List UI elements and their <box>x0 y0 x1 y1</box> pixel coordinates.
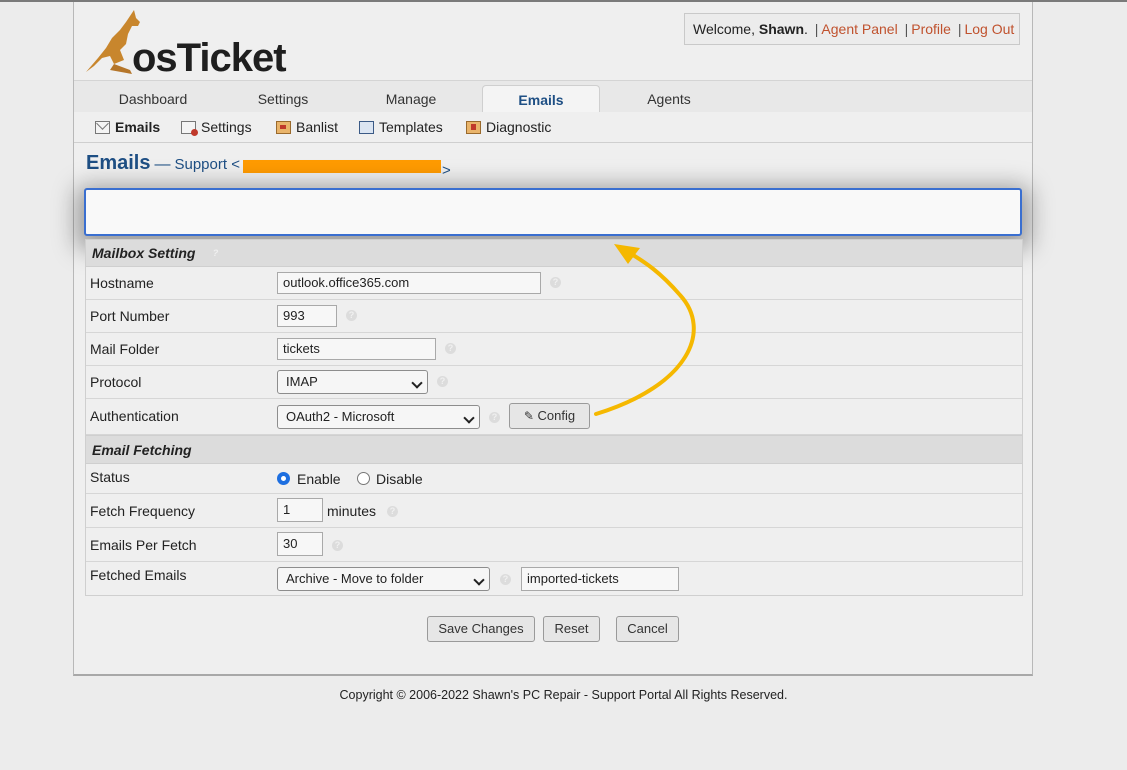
row-fetch-frequency: Fetch Frequency 1 minutes ? <box>86 494 1022 528</box>
page-title: Emails — Support < <box>86 152 240 174</box>
user-name: Shawn <box>758 21 804 37</box>
protocol-select[interactable]: IMAP <box>277 370 428 394</box>
fetched-emails-select[interactable]: Archive - Move to folder <box>277 567 490 591</box>
user-panel: Welcome, Shawn. | Agent Panel | Profile | L… <box>684 13 1020 45</box>
tab-agents[interactable]: Agents <box>610 81 728 112</box>
chevron-down-icon <box>411 377 423 389</box>
email-settings-form: Mailbox Setting ? Hostname outlook.offic… <box>85 239 1023 596</box>
logo-text: osTicket <box>132 36 287 80</box>
help-icon[interactable]: ? <box>332 540 343 551</box>
subnav-emails[interactable]: Emails <box>95 119 160 135</box>
section-email-fetching: Email Fetching <box>86 435 1022 464</box>
row-protocol: Protocol IMAP ? <box>86 366 1022 399</box>
row-port: Port Number 993 ? <box>86 300 1022 333</box>
logout-link[interactable]: Log Out <box>964 21 1014 37</box>
row-mail-folder: Mail Folder tickets ? <box>86 333 1022 366</box>
row-status: Status Enable Disable <box>86 464 1022 494</box>
help-icon[interactable]: ? <box>210 248 221 259</box>
separator: | <box>814 21 819 37</box>
archive-folder-input[interactable]: imported-tickets <box>521 567 679 591</box>
page-heading: Emails <box>86 152 151 174</box>
row-authentication: Authentication OAuth2 - Microsoft ? ✎ Co… <box>86 399 1022 435</box>
emails-per-fetch-input[interactable]: 30 <box>277 532 323 556</box>
page-container: osTicket Welcome, Shawn. | Agent Panel | P… <box>73 2 1033 676</box>
tab-settings[interactable]: Settings <box>224 81 342 112</box>
authentication-select[interactable]: OAuth2 - Microsoft <box>277 405 480 429</box>
tab-dashboard[interactable]: Dashboard <box>94 81 212 112</box>
section-mailbox-setting: Mailbox Setting ? <box>86 240 1022 267</box>
diagnostic-icon <box>466 120 481 134</box>
profile-link[interactable]: Profile <box>911 21 951 37</box>
separator: | <box>904 21 909 37</box>
help-icon[interactable]: ? <box>445 343 456 354</box>
redacted-email <box>243 160 441 173</box>
edit-icon: ✎ <box>523 409 534 423</box>
config-button[interactable]: ✎ Config <box>509 403 590 429</box>
banlist-icon <box>276 120 291 134</box>
cancel-button[interactable]: Cancel <box>616 616 679 642</box>
agent-panel-link[interactable]: Agent Panel <box>821 21 897 37</box>
reset-button[interactable]: Reset <box>543 616 600 642</box>
subnav-diagnostic[interactable]: Diagnostic <box>466 119 551 135</box>
enable-radio[interactable] <box>277 472 290 485</box>
page-subtitle: Support < <box>174 156 240 173</box>
row-emails-per-fetch: Emails Per Fetch 30 ? <box>86 528 1022 562</box>
row-fetched-emails: Fetched Emails Archive - Move to folder … <box>86 562 1022 595</box>
templates-icon <box>359 120 374 134</box>
help-icon[interactable]: ? <box>387 506 398 517</box>
disable-radio[interactable] <box>357 472 370 485</box>
help-icon[interactable]: ? <box>500 574 511 585</box>
envelope-icon <box>95 120 110 134</box>
welcome-text: Welcome, <box>693 21 759 37</box>
chevron-down-icon <box>473 574 485 586</box>
chevron-down-icon <box>463 412 475 424</box>
highlighted-field-box <box>84 188 1022 236</box>
help-icon[interactable]: ? <box>437 376 448 387</box>
tab-emails[interactable]: Emails <box>482 85 600 114</box>
subnav-templates[interactable]: Templates <box>359 119 443 135</box>
subnav-settings[interactable]: Settings <box>181 119 252 136</box>
fetch-frequency-input[interactable]: 1 <box>277 498 323 522</box>
osticket-logo[interactable]: osTicket <box>84 8 287 80</box>
hostname-input[interactable]: outlook.office365.com <box>277 272 541 294</box>
main-nav: Dashboard Settings Manage Emails Agents <box>74 80 1032 114</box>
tab-manage[interactable]: Manage <box>352 81 470 112</box>
save-changes-button[interactable]: Save Changes <box>427 616 535 642</box>
row-hostname: Hostname outlook.office365.com ? <box>86 267 1022 300</box>
help-icon[interactable]: ? <box>550 277 561 288</box>
help-icon[interactable]: ? <box>346 310 357 321</box>
footer-copyright: Copyright © 2006-2022 Shawn's PC Repair … <box>339 688 788 702</box>
help-icon[interactable]: ? <box>489 412 500 423</box>
email-settings-icon <box>181 120 198 136</box>
subnav-banlist[interactable]: Banlist <box>276 119 338 135</box>
sub-nav: Emails Settings Banlist Templates Diagno… <box>74 112 1032 143</box>
port-input[interactable]: 993 <box>277 305 337 327</box>
mail-folder-input[interactable]: tickets <box>277 338 436 360</box>
